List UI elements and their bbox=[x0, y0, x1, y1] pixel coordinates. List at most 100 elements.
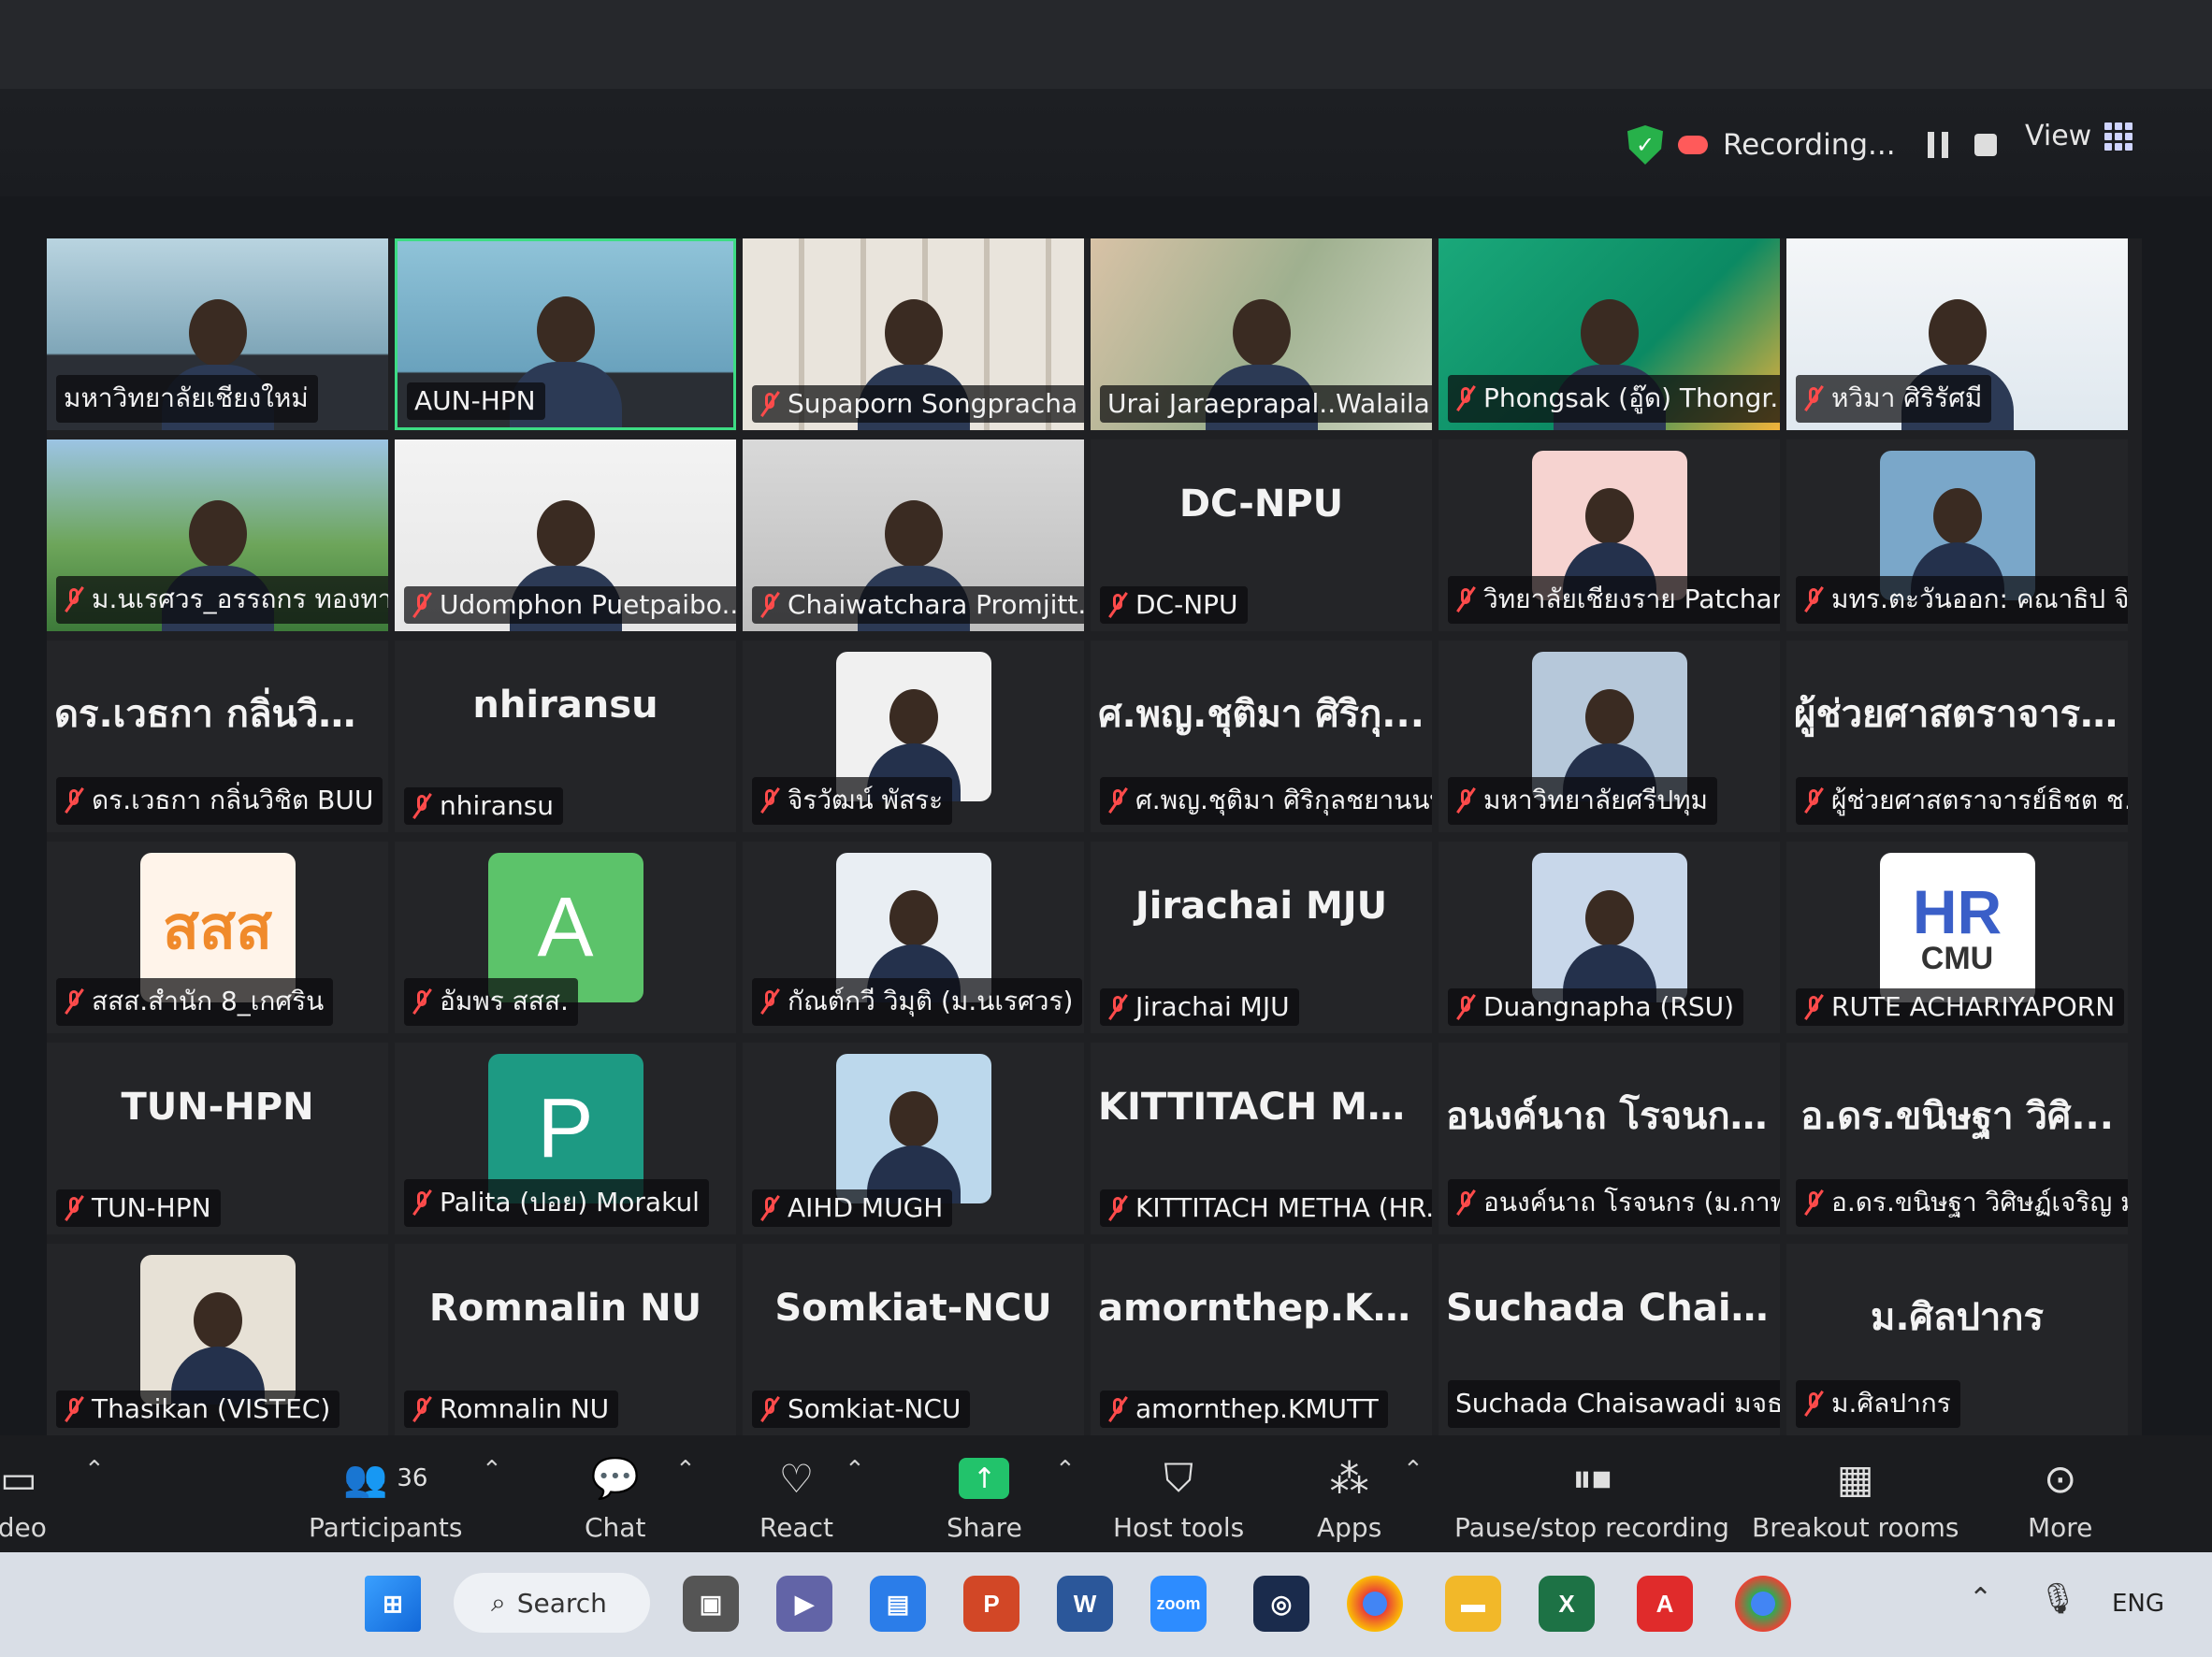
participant-tile[interactable]: TUN-HPN TUN-HPN bbox=[47, 1043, 388, 1234]
stop-recording-icon[interactable] bbox=[1973, 134, 1997, 156]
react-button[interactable]: ♡ React bbox=[759, 1454, 833, 1544]
participant-name-label: จิรวัฒน์ พัสระ bbox=[752, 777, 953, 825]
participant-name-label: Udomphon Puetpaibo... bbox=[404, 586, 736, 624]
windows-start-icon[interactable]: ⊞ bbox=[365, 1576, 421, 1632]
muted-mic-icon bbox=[64, 586, 84, 612]
chat-options-chevron-icon[interactable]: ⌃ bbox=[675, 1456, 696, 1484]
participant-tile[interactable]: Chaiwatchara Promjitt... bbox=[743, 439, 1084, 631]
participant-tile[interactable]: Romnalin NU Romnalin NU bbox=[395, 1244, 736, 1435]
participant-tile[interactable]: KITTITACH MET... KITTITACH METHA (HR... bbox=[1091, 1043, 1432, 1234]
participant-tile[interactable]: P Palita (ปอย) Morakul bbox=[395, 1043, 736, 1234]
heart-icon: ♡ bbox=[778, 1455, 815, 1502]
participants-icon: 👥 36 bbox=[343, 1457, 428, 1499]
participant-tile[interactable]: วิทยาลัยเชียงราย Patchar... bbox=[1439, 439, 1780, 631]
participant-name-label: KITTITACH METHA (HR... bbox=[1100, 1189, 1432, 1227]
store-icon[interactable]: ▤ bbox=[870, 1576, 926, 1632]
participant-photo bbox=[139, 1255, 296, 1405]
participant-tile[interactable]: A อัมพร สสส. bbox=[395, 842, 736, 1033]
breakout-rooms-button[interactable]: ▦ Breakout rooms bbox=[1752, 1454, 1959, 1544]
muted-mic-icon bbox=[1455, 1189, 1476, 1216]
taskbar-search[interactable]: ⌕ Search bbox=[454, 1573, 650, 1633]
powerpoint-icon[interactable]: P bbox=[963, 1576, 1019, 1632]
participant-tile[interactable]: Supaporn Songpracha bbox=[743, 238, 1084, 430]
breakout-grid-icon: ▦ bbox=[1836, 1455, 1874, 1502]
chat-button[interactable]: 💬 Chat bbox=[585, 1454, 645, 1543]
participant-tile[interactable]: AUN-HPN bbox=[395, 238, 736, 430]
participant-tile[interactable]: มหาวิทยาลัยเชียงใหม่ bbox=[47, 238, 388, 430]
pause-recording-icon[interactable] bbox=[1927, 132, 1948, 158]
participant-name-label: DC-NPU bbox=[1100, 586, 1248, 624]
cloud-recording-icon bbox=[1678, 136, 1708, 154]
participant-tile[interactable]: Urai Jaraeprapal..Walailak... bbox=[1091, 238, 1432, 430]
participant-tile[interactable]: มทร.ตะวันออก: คณาธิป จิ... bbox=[1786, 439, 2128, 631]
participant-tile[interactable]: nhiransu nhiransu bbox=[395, 641, 736, 832]
participants-button[interactable]: 👥 36 Participants bbox=[309, 1454, 462, 1544]
participant-tile[interactable]: อนงค์นาถ โรจนก... อนงค์นาถ โรจนกร (ม.กาฬ.… bbox=[1439, 1043, 1780, 1234]
video-button[interactable]: ▭ ideo bbox=[0, 1454, 47, 1544]
react-options-chevron-icon[interactable]: ⌃ bbox=[845, 1456, 865, 1484]
more-button[interactable]: ⊙ More bbox=[2028, 1454, 2092, 1544]
chrome-icon[interactable] bbox=[1347, 1576, 1403, 1632]
participant-display-name: Somkiat-NCU bbox=[774, 1287, 1052, 1330]
share-arrow-icon: ↑ bbox=[959, 1458, 1010, 1499]
participant-tile[interactable]: ดร.เวธกา กลิ่นวิชิ... ดร.เวธกา กลิ่นวิชิต… bbox=[47, 641, 388, 832]
participant-tile[interactable]: ม.ศิลปากร ม.ศิลปากร bbox=[1786, 1244, 2128, 1435]
apps-button[interactable]: ⁂ Apps bbox=[1317, 1454, 1381, 1544]
participant-name-label: TUN-HPN bbox=[56, 1189, 221, 1227]
acrobat-icon[interactable]: A bbox=[1637, 1576, 1693, 1632]
participant-tile[interactable]: ผู้ช่วยศาสตราจาร... ผู้ช่วยศาสตราจารย์ธิช… bbox=[1786, 641, 2128, 832]
excel-icon[interactable]: X bbox=[1539, 1576, 1595, 1632]
participant-tile[interactable]: Suchada Chaisa... Suchada Chaisawadi มจธ bbox=[1439, 1244, 1780, 1435]
participant-display-name: Romnalin NU bbox=[428, 1287, 702, 1330]
participant-tile[interactable]: HR CMU RUTE ACHARIYAPORN bbox=[1786, 842, 2128, 1033]
participant-name-label: ผู้ช่วยศาสตราจารย์ธิชต ช... bbox=[1796, 777, 2128, 825]
participant-tile[interactable]: อ.ดร.ขนิษฐา วิศิ... อ.ดร.ขนิษฐา วิศิษฏ์เจ… bbox=[1786, 1043, 2128, 1234]
participant-tile[interactable]: Udomphon Puetpaibo... bbox=[395, 439, 736, 631]
participant-tile[interactable]: กัณต์กวี วิมุติ (ม.นเรศวร) bbox=[743, 842, 1084, 1033]
video-options-chevron-icon[interactable]: ⌃ bbox=[84, 1456, 105, 1484]
participant-name-label: กัณต์กวี วิมุติ (ม.นเรศวร) bbox=[752, 978, 1083, 1026]
tray-chevron-icon[interactable]: ⌃ bbox=[1969, 1582, 1992, 1615]
muted-mic-icon bbox=[759, 592, 780, 618]
participant-tile[interactable]: Thasikan (VISTEC) bbox=[47, 1244, 388, 1435]
participant-tile[interactable]: Somkiat-NCU Somkiat-NCU bbox=[743, 1244, 1084, 1435]
zoom-top-bar: ✓ Recording... View bbox=[0, 0, 2212, 196]
file-explorer-icon[interactable]: ▬ bbox=[1445, 1576, 1501, 1632]
gallery-grid-icon bbox=[2104, 122, 2133, 151]
hr-cmu-logo-avatar: HR CMU bbox=[1879, 853, 2035, 1002]
participant-tile[interactable]: Jirachai MJU Jirachai MJU bbox=[1091, 842, 1432, 1033]
participant-tile[interactable]: Phongsak (อู๊ด) Thongr... bbox=[1439, 238, 1780, 430]
participant-tile[interactable]: มหาวิทยาลัยศรีปทุม bbox=[1439, 641, 1780, 832]
word-icon[interactable]: W bbox=[1057, 1576, 1113, 1632]
microphone-icon[interactable]: 🎙 bbox=[2039, 1580, 2077, 1616]
view-button[interactable]: View bbox=[2025, 120, 2133, 152]
participant-name-label: Phongsak (อู๊ด) Thongr... bbox=[1448, 375, 1780, 423]
participant-tile[interactable]: AIHD MUGH bbox=[743, 1043, 1084, 1234]
webex-icon[interactable]: ◎ bbox=[1253, 1576, 1309, 1632]
participant-tile[interactable]: ศ.พญ.ชุติมา ศิริกุ... ศ.พญ.ชุติมา ศิริกุล… bbox=[1091, 641, 1432, 832]
participant-display-name: ม.ศิลปากร bbox=[1870, 1296, 2045, 1339]
participants-count: 36 bbox=[397, 1464, 428, 1492]
participant-display-name: DC-NPU bbox=[1178, 483, 1344, 526]
encryption-shield-icon[interactable]: ✓ bbox=[1627, 125, 1663, 165]
muted-mic-icon bbox=[412, 1396, 432, 1422]
zoom-taskbar-icon[interactable]: zoom bbox=[1150, 1576, 1207, 1632]
apps-options-chevron-icon[interactable]: ⌃ bbox=[1403, 1456, 1424, 1484]
muted-mic-icon bbox=[1455, 994, 1476, 1020]
teams-icon[interactable]: ▶ bbox=[776, 1576, 832, 1632]
host-tools-button[interactable]: ⛉ Host tools bbox=[1113, 1454, 1244, 1543]
share-options-chevron-icon[interactable]: ⌃ bbox=[1055, 1456, 1076, 1484]
pause-stop-recording-button[interactable]: ⏸⏹ Pause/stop recording bbox=[1454, 1454, 1729, 1543]
chrome-profile-icon[interactable] bbox=[1735, 1576, 1791, 1632]
participant-tile[interactable]: ม.นเรศวร_อรรถกร ทองทา bbox=[47, 439, 388, 631]
share-button[interactable]: ↑ Share bbox=[947, 1454, 1022, 1543]
participant-tile[interactable]: Duangnapha (RSU) bbox=[1439, 842, 1780, 1033]
participant-tile[interactable]: จิรวัฒน์ พัสระ bbox=[743, 641, 1084, 832]
participants-options-chevron-icon[interactable]: ⌃ bbox=[482, 1456, 502, 1484]
participant-tile[interactable]: DC-NPU DC-NPU bbox=[1091, 439, 1432, 631]
participant-tile[interactable]: หวิมา ศิริรัศมี bbox=[1786, 238, 2128, 430]
participant-tile[interactable]: สสส สสส.สำนัก 8_เกศริน bbox=[47, 842, 388, 1033]
participant-tile[interactable]: amornthep.KM... amornthep.KMUTT bbox=[1091, 1244, 1432, 1435]
task-view-icon[interactable]: ▣ bbox=[683, 1576, 739, 1632]
input-language[interactable]: ENG bbox=[2112, 1590, 2164, 1618]
